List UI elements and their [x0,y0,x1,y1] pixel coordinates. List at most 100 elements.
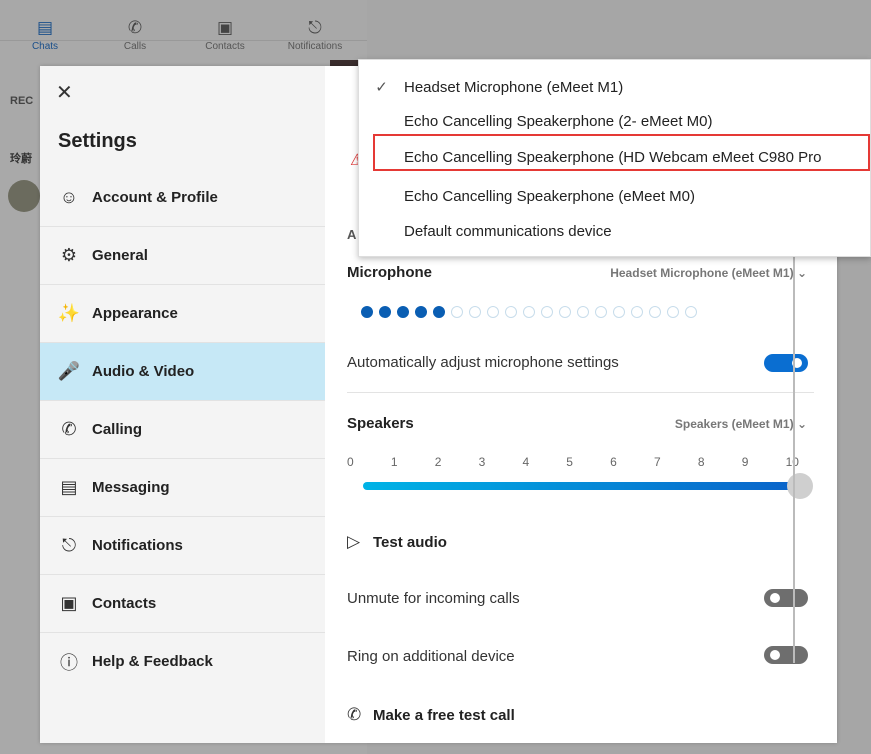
volume-tick-label: 4 [522,455,530,469]
mic-level-dot [397,306,409,318]
volume-tick-label: 0 [347,455,354,469]
person-icon: ☺ [59,187,79,207]
bell-icon: ⎋ [308,18,322,37]
info-icon: ⓘ [60,652,78,673]
mic-level-dot [379,306,391,318]
mic-level-dot [361,306,373,318]
volume-tick-label: 6 [610,455,617,469]
mic-level-dot [577,306,589,318]
nav-calls-label: Calls [123,41,147,52]
chat-snippet[interactable]: 玲蔚 [10,150,32,166]
dropdown-item-label: Default communications device [404,222,612,240]
sidebar-item-label: Contacts [92,595,157,612]
mic-level-dot [559,306,571,318]
mic-level-dot [487,306,499,318]
mic-level-dot [649,306,661,318]
toggle-knob [770,593,780,603]
dropdown-item-label: Echo Cancelling Speakerphone (2- eMeet M… [404,112,713,130]
mic-level-dot [433,306,445,318]
sidebar-item-label: Calling [92,421,143,438]
sidebar-item-label: General [92,247,148,264]
mic-level-dot [631,306,643,318]
auto-adjust-toggle[interactable] [764,354,808,372]
nav-chats[interactable]: ▤ Chats [0,18,90,66]
nav-chats-label: Chats [31,41,59,52]
wand-icon: ✨ [57,303,81,323]
close-icon[interactable]: ✕ [56,82,78,104]
sidebar-item-messaging[interactable]: ▤ Messaging [40,459,325,517]
test-audio-label: Test audio [373,533,447,551]
volume-tick-label: 9 [741,455,749,469]
toggle-knob [770,650,780,660]
dropdown-item-label: Headset Microphone (eMeet M1) [404,78,624,96]
settings-sidebar: ✕ Settings ☺ Account & Profile ⚙ General… [40,66,325,743]
dropdown-item[interactable]: ✓ Headset Microphone (eMeet M1) [359,70,870,104]
sidebar-item-help-feedback[interactable]: ⓘ Help & Feedback [40,633,325,690]
phone-icon: ✆ [61,419,77,439]
nav-notifications-label: Notifications [287,41,343,52]
dropdown-item-label: Echo Cancelling Speakerphone (eMeet M0) [404,187,695,205]
volume-tick-label: 8 [697,455,705,469]
bell-icon: ⎋ [61,535,77,555]
mic-level-dot [415,306,427,318]
ring-additional-toggle[interactable] [764,646,808,664]
chevron-down-icon: ⌄ [796,266,807,280]
dropdown-item[interactable]: Echo Cancelling Speakerphone (eMeet M0) [359,179,870,213]
contacts-icon: ▣ [60,593,78,613]
sidebar-item-calling[interactable]: ✆ Calling [40,401,325,459]
chevron-down-icon: ⌄ [796,417,807,431]
mic-level-dot [685,306,697,318]
sidebar-item-label: Audio & Video [92,363,195,380]
test-audio-button[interactable]: ▷ Test audio [347,532,447,552]
volume-tick-label: 1 [390,455,398,469]
dropdown-item[interactable]: Echo Cancelling Speakerphone (2- eMeet M… [359,104,870,138]
free-test-call-button[interactable]: ✆ Make a free test call [347,705,515,725]
mic-level-dot [667,306,679,318]
nav-contacts[interactable]: ▣ Contacts [180,18,270,66]
sidebar-item-account-profile[interactable]: ☺ Account & Profile [40,169,325,227]
unmute-label: Unmute for incoming calls [347,590,520,607]
volume-slider-track[interactable] [363,482,801,490]
unmute-toggle[interactable] [764,589,808,607]
sidebar-item-notifications[interactable]: ⎋ Notifications [40,517,325,575]
settings-title: Settings [58,130,137,152]
sidebar-item-general[interactable]: ⚙ General [40,227,325,285]
auto-adjust-label: Automatically adjust microphone settings [347,354,619,371]
microphone-level-meter [361,306,697,318]
background-nav: ▤ Chats ✆ Calls ▣ Contacts ⎋ Notificatio… [0,18,367,66]
nav-calls[interactable]: ✆ Calls [90,18,180,66]
ring-additional-label: Ring on additional device [347,648,515,665]
sidebar-item-label: Appearance [92,305,178,322]
avatar[interactable] [8,180,40,212]
free-test-call-label: Make a free test call [373,706,515,724]
microphone-select[interactable]: Headset Microphone (eMeet M1) ⌄ [610,266,807,280]
volume-ticks: 012345678910 [347,455,799,469]
dropdown-item[interactable]: Default communications device [359,214,870,248]
settings-menu: ☺ Account & Profile ⚙ General ✨ Appearan… [40,169,325,690]
volume-tick-label: 5 [566,455,573,469]
sidebar-item-contacts[interactable]: ▣ Contacts [40,575,325,633]
mic-level-dot [595,306,607,318]
mic-level-dot [523,306,535,318]
message-icon: ▤ [60,477,78,497]
phone-icon: ✆ [127,18,143,37]
contacts-icon: ▣ [216,18,234,37]
nav-notifications[interactable]: ⎋ Notifications [270,18,360,66]
scrollbar[interactable] [793,228,795,663]
play-icon: ▷ [347,532,361,551]
sidebar-item-label: Notifications [92,537,183,554]
divider [347,392,814,393]
checkmark-icon: ✓ [375,79,388,96]
speakers-select[interactable]: Speakers (eMeet M1) ⌄ [675,417,807,431]
sidebar-item-appearance[interactable]: ✨ Appearance [40,285,325,343]
volume-slider-thumb[interactable] [787,473,813,499]
sidebar-item-audio-video[interactable]: 🎤 Audio & Video [40,343,325,401]
nav-contacts-label: Contacts [205,41,245,52]
sidebar-item-label: Account & Profile [92,189,218,206]
sidebar-item-label: Messaging [92,479,170,496]
mic-level-dot [613,306,625,318]
sidebar-item-label: Help & Feedback [92,653,213,670]
mic-level-dot [541,306,553,318]
volume-tick-label: 3 [478,455,486,469]
mic-level-dot [469,306,481,318]
